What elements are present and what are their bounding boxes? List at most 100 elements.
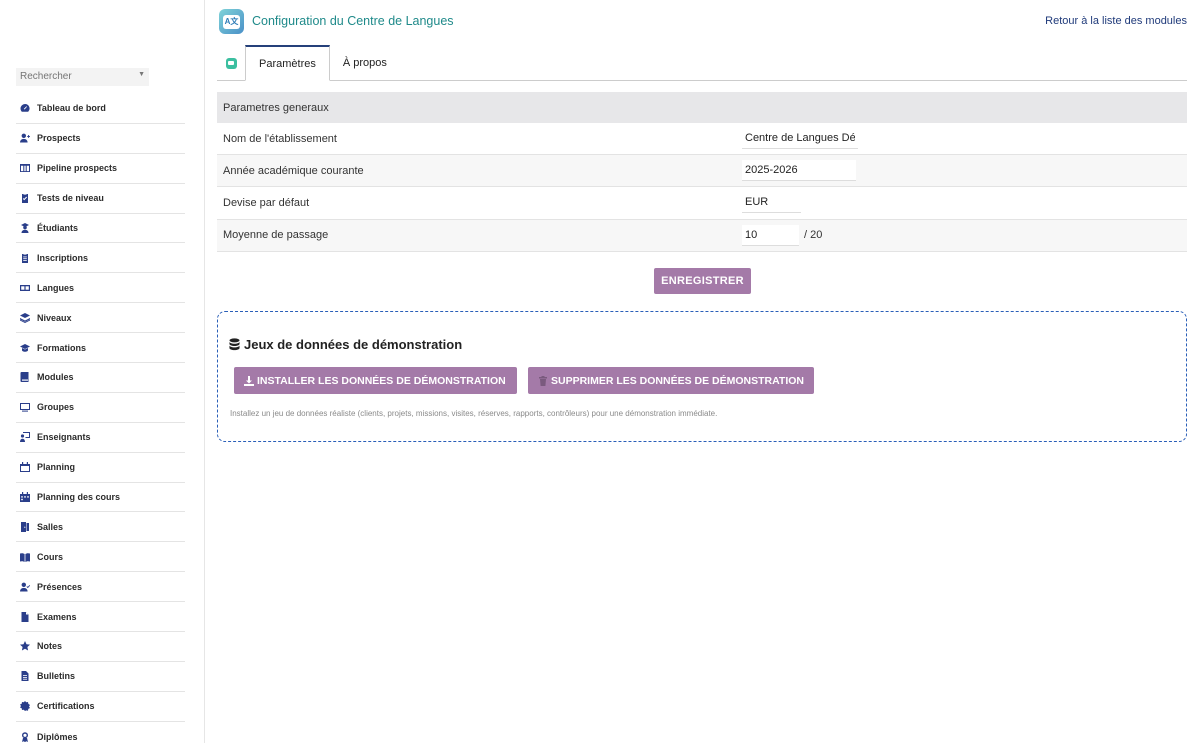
sidebar-item-label: Étudiants <box>37 223 79 233</box>
currency-input[interactable] <box>742 192 801 214</box>
download-icon <box>244 375 254 386</box>
sidebar-item-label: Formations <box>37 342 87 353</box>
book-icon <box>19 371 31 383</box>
sidebar-item-tableau-de-bord[interactable]: Tableau de bord <box>16 94 185 124</box>
sidebar-item-label: Planning <box>37 462 75 473</box>
install-demo-data-button[interactable]: INSTALLER LES DONNÉES DE DÉMONSTRATION <box>234 367 517 394</box>
sidebar-item-label: Planning des cours <box>37 492 121 503</box>
language-icon <box>19 282 31 294</box>
sidebar-item-pipeline-prospects[interactable]: Pipeline prospects <box>16 154 185 184</box>
sidebar-item-label: Enseignants <box>37 432 91 443</box>
sidebar-item-label: Groupes <box>37 402 75 413</box>
dashboard-icon <box>19 102 31 114</box>
sidebar-item-etudiants[interactable]: Étudiants <box>16 214 185 244</box>
setting-row-currency: Devise par défaut <box>217 187 1187 220</box>
badge-icon <box>19 700 31 712</box>
sidebar-menu: Tableau de bord Prospects Pipeline prospec… <box>16 94 185 743</box>
install-demo-label: INSTALLER LES DONNÉES DE DÉMONSTRATION <box>257 374 506 387</box>
sidebar-item-salles[interactable]: Salles <box>16 512 185 543</box>
sidebar-item-tests-de-niveau[interactable]: Tests de niveau <box>16 184 185 214</box>
file-lines-icon <box>19 670 31 682</box>
calendar-icon <box>19 461 31 473</box>
sidebar-item-formations[interactable]: Formations <box>16 333 185 364</box>
passing-grade-suffix: / 20 <box>804 229 823 242</box>
star-icon <box>19 640 31 652</box>
sidebar-item-niveaux[interactable]: Niveaux <box>16 303 185 334</box>
sidebar-item-planning[interactable]: Planning <box>16 453 185 483</box>
tab-bar: Paramètres À propos <box>217 45 1187 81</box>
save-button[interactable]: ENREGISTRER <box>654 268 751 294</box>
clipboard-check-icon <box>19 192 31 204</box>
sidebar-item-label: Pipeline prospects <box>37 163 118 174</box>
demo-data-panel: Jeux de données de démonstration INSTALL… <box>217 311 1187 442</box>
user-check-icon <box>19 581 31 593</box>
sidebar-item-label: Présences <box>37 581 83 592</box>
passing-grade-input[interactable] <box>742 224 799 246</box>
tab-a-propos[interactable]: À propos <box>330 45 400 81</box>
sidebar-item-label: Cours <box>37 551 64 562</box>
demo-title-text: Jeux de données de démonstration <box>244 337 463 352</box>
sidebar-item-label: Modules <box>37 372 74 383</box>
graduation-cap-icon <box>19 342 31 354</box>
sidebar-item-groupes[interactable]: Groupes <box>16 393 185 423</box>
user-plus-icon <box>19 132 31 144</box>
setting-row-name: Nom de l'établissement <box>217 123 1187 156</box>
award-icon <box>19 731 31 743</box>
setting-label: Nom de l'établissement <box>223 132 337 145</box>
sidebar-item-label: Tests de niveau <box>37 193 104 204</box>
academic-year-input[interactable] <box>742 160 856 182</box>
sidebar-item-label: Tableau de bord <box>37 103 106 114</box>
sidebar-item-modules[interactable]: Modules <box>16 363 185 393</box>
setting-label: Moyenne de passage <box>223 229 329 242</box>
sidebar-item-presences[interactable]: Présences <box>16 572 185 603</box>
sidebar-item-diplomes[interactable]: Diplômes <box>16 722 185 743</box>
sidebar-item-label: Niveaux <box>37 312 72 323</box>
search-input[interactable] <box>16 67 149 86</box>
app-logo-icon: A文 <box>219 9 244 34</box>
sidebar-item-label: Inscriptions <box>37 252 89 263</box>
tab-parametres[interactable]: Paramètres <box>245 45 330 81</box>
sidebar-item-label: Langues <box>37 282 75 293</box>
open-book-icon <box>19 551 31 563</box>
setting-label: Année académique courante <box>223 164 364 177</box>
establishment-name-input[interactable] <box>742 128 858 150</box>
general-settings: Parametres generaux Nom de l'établisseme… <box>217 92 1187 252</box>
layers-icon <box>19 312 31 324</box>
search-wrap: ▼ <box>16 66 149 86</box>
sidebar-item-label: Salles <box>37 521 64 532</box>
sidebar-item-bulletins[interactable]: Bulletins <box>16 662 185 692</box>
sidebar-item-enseignants[interactable]: Enseignants <box>16 423 185 453</box>
sidebar-item-notes[interactable]: Notes <box>16 632 185 662</box>
back-to-modules-link[interactable]: Retour à la liste des modules <box>1045 15 1187 27</box>
student-icon <box>19 222 31 234</box>
sidebar-item-label: Examens <box>37 611 77 622</box>
remove-demo-data-button[interactable]: SUPPRIMER LES DONNÉES DE DÉMONSTRATION <box>528 367 814 394</box>
setting-row-passing-grade: Moyenne de passage / 20 <box>217 219 1187 252</box>
remove-demo-label: SUPPRIMER LES DONNÉES DE DÉMONSTRATION <box>551 374 804 387</box>
caret-down-icon[interactable]: ▼ <box>138 71 145 78</box>
page-title: Configuration du Centre de Langues <box>252 14 454 28</box>
clipboard-icon <box>19 252 31 264</box>
sidebar: ▼ Tableau de bord Prospects Pipeline prosp… <box>0 0 205 743</box>
trash-icon <box>539 375 547 386</box>
calendar-days-icon <box>19 491 31 503</box>
teacher-icon <box>19 431 31 443</box>
door-icon <box>19 521 31 533</box>
demo-title: Jeux de données de démonstration <box>229 337 462 352</box>
sidebar-item-certifications[interactable]: Certifications <box>16 692 185 722</box>
sidebar-item-langues[interactable]: Langues <box>16 273 185 304</box>
sidebar-item-planning-des-cours[interactable]: Planning des cours <box>16 483 185 513</box>
database-icon <box>229 338 240 351</box>
logo-text: A文 <box>223 14 240 29</box>
sidebar-item-prospects[interactable]: Prospects <box>16 124 185 154</box>
sidebar-item-cours[interactable]: Cours <box>16 542 185 573</box>
columns-icon <box>19 162 31 174</box>
sidebar-item-label: Certifications <box>37 701 95 712</box>
sidebar-item-examens[interactable]: Examens <box>16 602 185 633</box>
sidebar-item-inscriptions[interactable]: Inscriptions <box>16 243 185 274</box>
setting-label: Devise par défaut <box>223 196 310 209</box>
demo-hint: Installez un jeu de données réaliste (cl… <box>230 409 718 418</box>
sidebar-item-label: Notes <box>37 641 63 652</box>
sidebar-item-label: Bulletins <box>37 671 76 682</box>
settings-section-title: Parametres generaux <box>217 92 1187 123</box>
